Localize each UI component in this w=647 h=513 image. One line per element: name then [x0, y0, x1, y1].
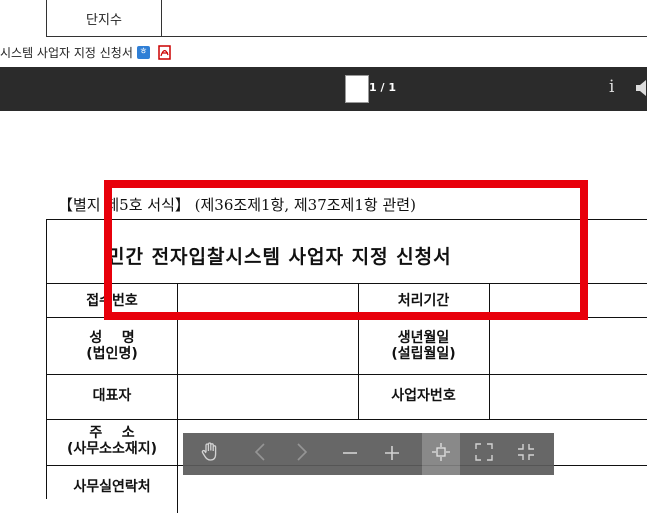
- hand-icon: [201, 441, 219, 467]
- exit-fullscreen-icon: [517, 442, 535, 466]
- viewer-toolbar: 1 / 1 i: [0, 67, 647, 111]
- representative-label: 대표자: [92, 388, 132, 404]
- top-table: 단지수: [46, 0, 647, 37]
- birth-date-label: 생년월일 (설립월일): [358, 330, 489, 362]
- zoom-in-button[interactable]: [373, 433, 411, 475]
- minus-icon: [342, 442, 358, 466]
- fullscreen-icon: [475, 442, 493, 466]
- previous-page-button[interactable]: [241, 433, 279, 475]
- fit-page-icon: [432, 442, 450, 466]
- birth-date-label-line1: 생년월일: [397, 330, 450, 346]
- representative-field[interactable]: [178, 375, 358, 419]
- address-label-line2: (사무소소재지): [66, 441, 158, 457]
- file-attachment-line[interactable]: 시스템 사업자 지정 신청서 ㅎ: [0, 42, 172, 62]
- address-label-line1: 주 소: [89, 425, 135, 441]
- office-contact-label: 사무실연락처: [73, 479, 151, 495]
- next-page-button[interactable]: [283, 433, 321, 475]
- page-number-input[interactable]: [345, 75, 369, 103]
- speaker-icon[interactable]: [636, 79, 647, 97]
- business-number-label: 사업자번호: [391, 388, 456, 404]
- address-label: 주 소 (사무소소재지): [47, 425, 177, 457]
- birth-date-label-line2: (설립월일): [391, 346, 456, 362]
- file-name[interactable]: 시스템 사업자 지정 신청서: [0, 44, 133, 61]
- name-label-line1: 성 명: [89, 330, 135, 346]
- zoom-toolbar: [183, 433, 554, 475]
- highlight-box: [104, 180, 588, 320]
- plus-icon: [384, 442, 400, 466]
- hwp-file-icon[interactable]: ㅎ: [136, 45, 150, 59]
- chevron-left-icon: [254, 442, 265, 466]
- business-number-field[interactable]: [490, 375, 647, 419]
- info-icon[interactable]: i: [609, 77, 614, 97]
- page-indicator: 1 / 1: [369, 81, 396, 94]
- zoom-out-button[interactable]: [331, 433, 369, 475]
- fullscreen-button[interactable]: [465, 433, 503, 475]
- name-label: 성 명 (법인명): [47, 330, 177, 362]
- name-label-line2: (법인명): [86, 346, 138, 362]
- chevron-right-icon: [297, 442, 308, 466]
- name-field[interactable]: [178, 318, 358, 374]
- top-table-label: 단지수: [47, 0, 162, 36]
- birth-date-field[interactable]: [490, 318, 647, 374]
- exit-fullscreen-button[interactable]: [507, 433, 545, 475]
- pdf-file-icon[interactable]: [158, 44, 172, 60]
- hand-tool-button[interactable]: [191, 433, 229, 475]
- fit-page-button[interactable]: [422, 433, 460, 475]
